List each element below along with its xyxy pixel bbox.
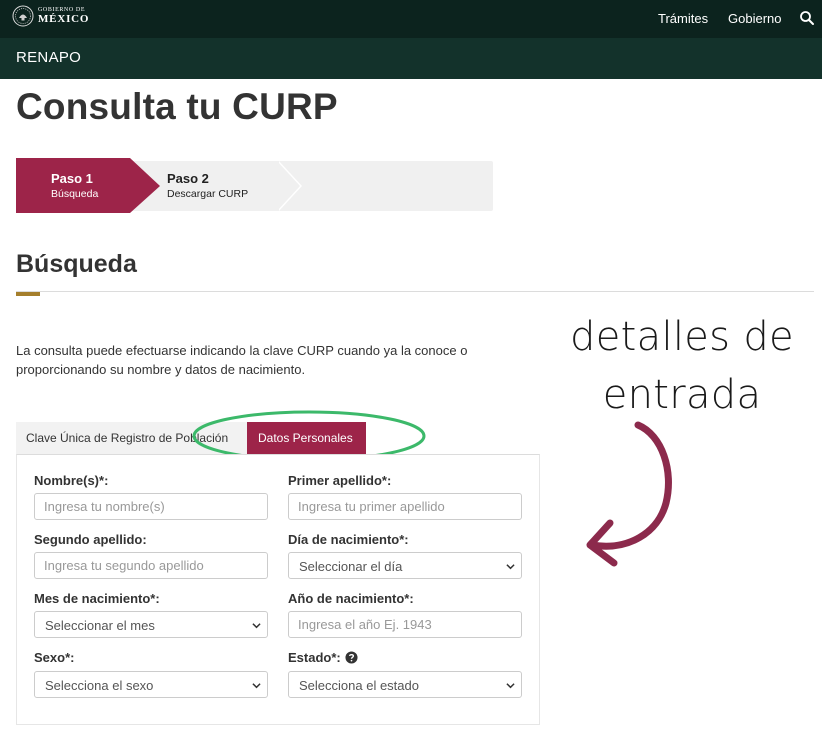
primer-apellido-label: Primer apellido*: (288, 473, 392, 488)
mes-nacimiento-value: Seleccionar el mes (45, 618, 155, 633)
step-indicator: Paso 1 Búsqueda Paso 2 Descargar CURP (16, 158, 494, 213)
renapo-brand[interactable]: RENAPO (16, 49, 81, 66)
step-2-title: Paso 2 (167, 171, 209, 186)
national-seal-icon (12, 5, 34, 27)
nav-gobierno-link[interactable]: Gobierno (728, 11, 781, 26)
gobierno-de-mexico-logo[interactable]: GOBIERNO DE MÉXICO (12, 5, 89, 27)
mes-nacimiento-select[interactable]: Seleccionar el mes (34, 611, 268, 638)
step-1: Paso 1 Búsqueda (51, 171, 98, 200)
step-1-subtitle: Búsqueda (51, 187, 99, 200)
anio-nacimiento-input[interactable] (288, 611, 522, 638)
search-icon[interactable] (799, 10, 815, 26)
segundo-apellido-label: Segundo apellido: (34, 532, 147, 547)
page-title: Consulta tu CURP (16, 86, 338, 127)
chevron-down-icon (506, 564, 515, 570)
nav-tramites-link[interactable]: Trámites (658, 11, 708, 26)
intro-text: La consulta puede efectuarse indicando l… (16, 343, 468, 377)
anio-nacimiento-label: Año de nacimiento*: (288, 591, 414, 606)
annotation-text: detalles de entrada (562, 308, 802, 424)
step-1-title: Paso 1 (51, 171, 93, 186)
estado-label: Estado*: (288, 650, 341, 665)
logo-line-2: MÉXICO (38, 13, 90, 25)
sexo-value: Selecciona el sexo (45, 678, 154, 693)
annotation-line-1: detalles de (570, 314, 794, 360)
dia-nacimiento-label: Día de nacimiento*: (288, 532, 409, 547)
annotation-arrow-icon (586, 421, 672, 567)
dia-nacimiento-select[interactable]: Seleccionar el día (288, 552, 522, 579)
sexo-label: Sexo*: (34, 650, 75, 665)
estado-select[interactable]: Selecciona el estado (288, 671, 522, 698)
estado-label-wrap: Estado*: (288, 650, 358, 665)
chevron-down-icon (252, 683, 261, 689)
sexo-select[interactable]: Selecciona el sexo (34, 671, 268, 698)
step-2-subtitle: Descargar CURP (167, 187, 249, 200)
nombre-input[interactable] (34, 493, 268, 520)
primer-apellido-input[interactable] (288, 493, 522, 520)
segundo-apellido-input[interactable] (34, 552, 268, 579)
top-navbar: GOBIERNO DE MÉXICO Trámites Gobierno (0, 0, 822, 38)
question-circle-icon[interactable] (345, 651, 358, 664)
renapo-bar: RENAPO (0, 38, 822, 79)
section-accent-bar (16, 292, 40, 296)
step-2: Paso 2 Descargar CURP (167, 171, 248, 200)
chevron-down-icon (252, 623, 261, 629)
chevron-down-icon (506, 683, 515, 689)
estado-value: Selecciona el estado (299, 678, 419, 693)
section-title: Búsqueda (16, 250, 137, 278)
dia-nacimiento-value: Seleccionar el día (299, 559, 403, 574)
nombre-label: Nombre(s)*: (34, 473, 109, 488)
section-divider (16, 291, 814, 292)
mes-nacimiento-label: Mes de nacimiento*: (34, 591, 160, 606)
